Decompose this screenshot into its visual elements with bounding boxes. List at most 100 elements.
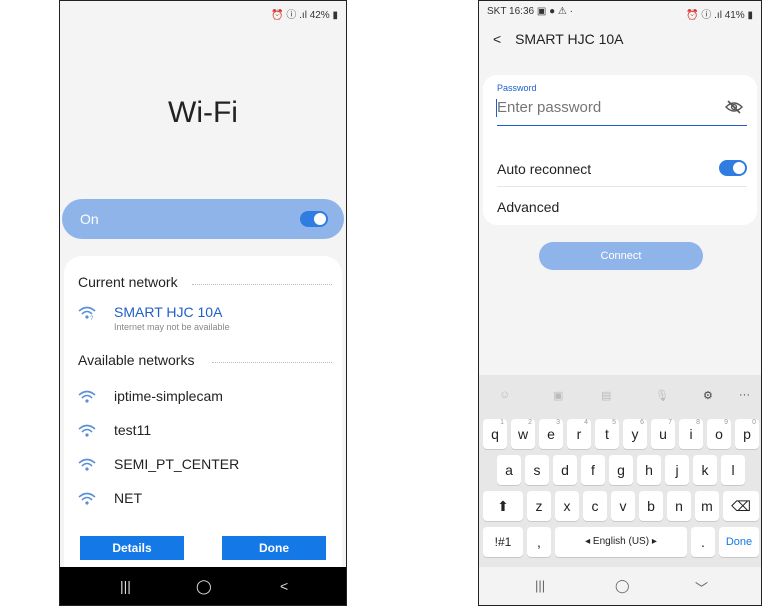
row-divider (497, 186, 747, 187)
key-b[interactable]: b (639, 491, 663, 521)
key-letter: u (659, 426, 667, 442)
key-t[interactable]: t5 (595, 419, 619, 449)
connection-form: Password Auto reconnect Advanced (483, 75, 757, 225)
key-hint: 6 (640, 419, 644, 426)
network-item-semi-pt-center[interactable]: SEMI_PT_CENTER (78, 454, 328, 478)
recents-button[interactable]: ||| (535, 578, 545, 593)
key-hint: 4 (584, 419, 588, 426)
shift-key[interactable]: ⬆ (483, 491, 523, 521)
key-c[interactable]: c (583, 491, 607, 521)
network-item-net[interactable]: NET (78, 488, 328, 512)
comma-key[interactable]: , (527, 527, 551, 557)
key-k[interactable]: k (693, 455, 717, 485)
status-icons: ⏰ ⓘ .ıl 41% ▮ (686, 10, 753, 21)
status-bar: SKT 16:36 ▣ ● ⚠ · ⏰ ⓘ .ıl 41% ▮ (479, 1, 761, 23)
key-v[interactable]: v (611, 491, 635, 521)
network-item-iptime-simplecam[interactable]: iptime-simplecam (78, 386, 328, 410)
key-hint: 5 (612, 419, 616, 426)
emoji-icon[interactable]: ☺ (499, 389, 510, 401)
hide-password-icon[interactable] (725, 100, 743, 114)
key-d[interactable]: d (553, 455, 577, 485)
back-arrow-icon[interactable]: < (493, 31, 501, 47)
key-u[interactable]: u7 (651, 419, 675, 449)
key-n[interactable]: n (667, 491, 691, 521)
microphone-icon[interactable]: 🎙 (655, 389, 669, 402)
key-g[interactable]: g (609, 455, 633, 485)
recents-button[interactable]: ||| (120, 578, 131, 594)
page-title: Wi-Fi (168, 96, 238, 129)
key-e[interactable]: e3 (539, 419, 563, 449)
network-name: SEMI_PT_CENTER (114, 456, 240, 472)
sticker-icon[interactable]: ▣ (553, 389, 563, 402)
key-letter: i (689, 426, 693, 442)
key-y[interactable]: y6 (623, 419, 647, 449)
key-letter: r (576, 426, 582, 442)
key-a[interactable]: a (497, 455, 521, 485)
key-s[interactable]: s (525, 455, 549, 485)
more-options-icon[interactable]: ··· (739, 389, 750, 401)
key-letter: t (605, 426, 609, 442)
done-key[interactable]: Done (719, 527, 759, 557)
key-m[interactable]: m (695, 491, 719, 521)
network-name: test11 (114, 422, 152, 438)
home-button[interactable]: ◯ (615, 578, 630, 594)
symbols-key[interactable]: !#1 (483, 527, 523, 557)
key-p[interactable]: p0 (735, 419, 759, 449)
current-network-name: SMART HJC 10A (114, 304, 223, 320)
key-h[interactable]: h (637, 455, 661, 485)
status-left: SKT 16:36 ▣ ● ⚠ · (487, 6, 573, 17)
key-hint: 2 (528, 419, 532, 426)
key-hint: 3 (556, 419, 560, 426)
shift-arrow-icon: ⬆ (497, 498, 509, 514)
wifi-signal-icon (78, 492, 96, 506)
wifi-toggle-switch[interactable] (300, 211, 328, 227)
wifi-master-toggle-bar[interactable]: On (62, 199, 344, 239)
keyboard-toolbar: ☺ ▣ ▤ 🎙 ⚙ ··· (479, 375, 761, 415)
key-l[interactable]: l (721, 455, 745, 485)
key-hint: 1 (500, 419, 504, 426)
details-button[interactable]: Details (80, 536, 184, 560)
section-divider (212, 362, 332, 363)
key-letter: p (743, 426, 751, 442)
network-name: iptime-simplecam (114, 388, 223, 404)
key-w[interactable]: w2 (511, 419, 535, 449)
network-item-test11[interactable]: test11 (78, 420, 328, 444)
keyboard: ☺ ▣ ▤ 🎙 ⚙ ··· q1 w2 e3 r4 t5 y6 u7 i8 o9… (479, 375, 761, 605)
key-letter: y (631, 426, 639, 442)
back-button[interactable]: < (280, 578, 288, 594)
key-o[interactable]: o9 (707, 419, 731, 449)
key-x[interactable]: x (555, 491, 579, 521)
current-network-item[interactable]: ? SMART HJC 10A Internet may not be avai… (78, 302, 328, 332)
advanced-option[interactable]: Advanced (497, 199, 747, 215)
key-j[interactable]: j (665, 455, 689, 485)
key-hint: 0 (752, 419, 756, 426)
period-key[interactable]: . (691, 527, 715, 557)
key-letter: o (715, 426, 723, 442)
home-button[interactable]: ◯ (196, 578, 212, 595)
gif-icon[interactable]: ▤ (601, 389, 611, 402)
wifi-signal-icon (78, 390, 96, 404)
key-f[interactable]: f (581, 455, 605, 485)
backspace-icon: ⌫ (731, 498, 751, 514)
key-r[interactable]: r4 (567, 419, 591, 449)
space-key[interactable]: ◂ English (US) ▸ (555, 527, 687, 557)
svg-text:?: ? (90, 316, 94, 320)
key-z[interactable]: z (527, 491, 551, 521)
key-q[interactable]: q1 (483, 419, 507, 449)
key-i[interactable]: i8 (679, 419, 703, 449)
auto-reconnect-toggle[interactable] (719, 160, 747, 176)
networks-card: Current network ? SMART HJC 10A Internet… (64, 256, 342, 567)
key-letter: w (517, 426, 529, 442)
key-hint: 8 (696, 419, 700, 426)
wifi-signal-icon (78, 424, 96, 438)
settings-gear-icon[interactable]: ⚙ (703, 389, 713, 402)
key-hint: 9 (724, 419, 728, 426)
done-button[interactable]: Done (222, 536, 326, 560)
status-icons: ⏰ ⓘ .ıl 42% ▮ (271, 10, 338, 21)
connect-button[interactable]: Connect (539, 242, 703, 270)
wifi-settings-screen: ⏰ ⓘ .ıl 42% ▮ Wi-Fi On Current network ?… (59, 0, 347, 606)
available-networks-header: Available networks (78, 352, 195, 368)
hide-keyboard-button[interactable]: ﹀ (695, 578, 708, 597)
backspace-key[interactable]: ⌫ (723, 491, 759, 521)
password-input[interactable] (497, 99, 717, 116)
